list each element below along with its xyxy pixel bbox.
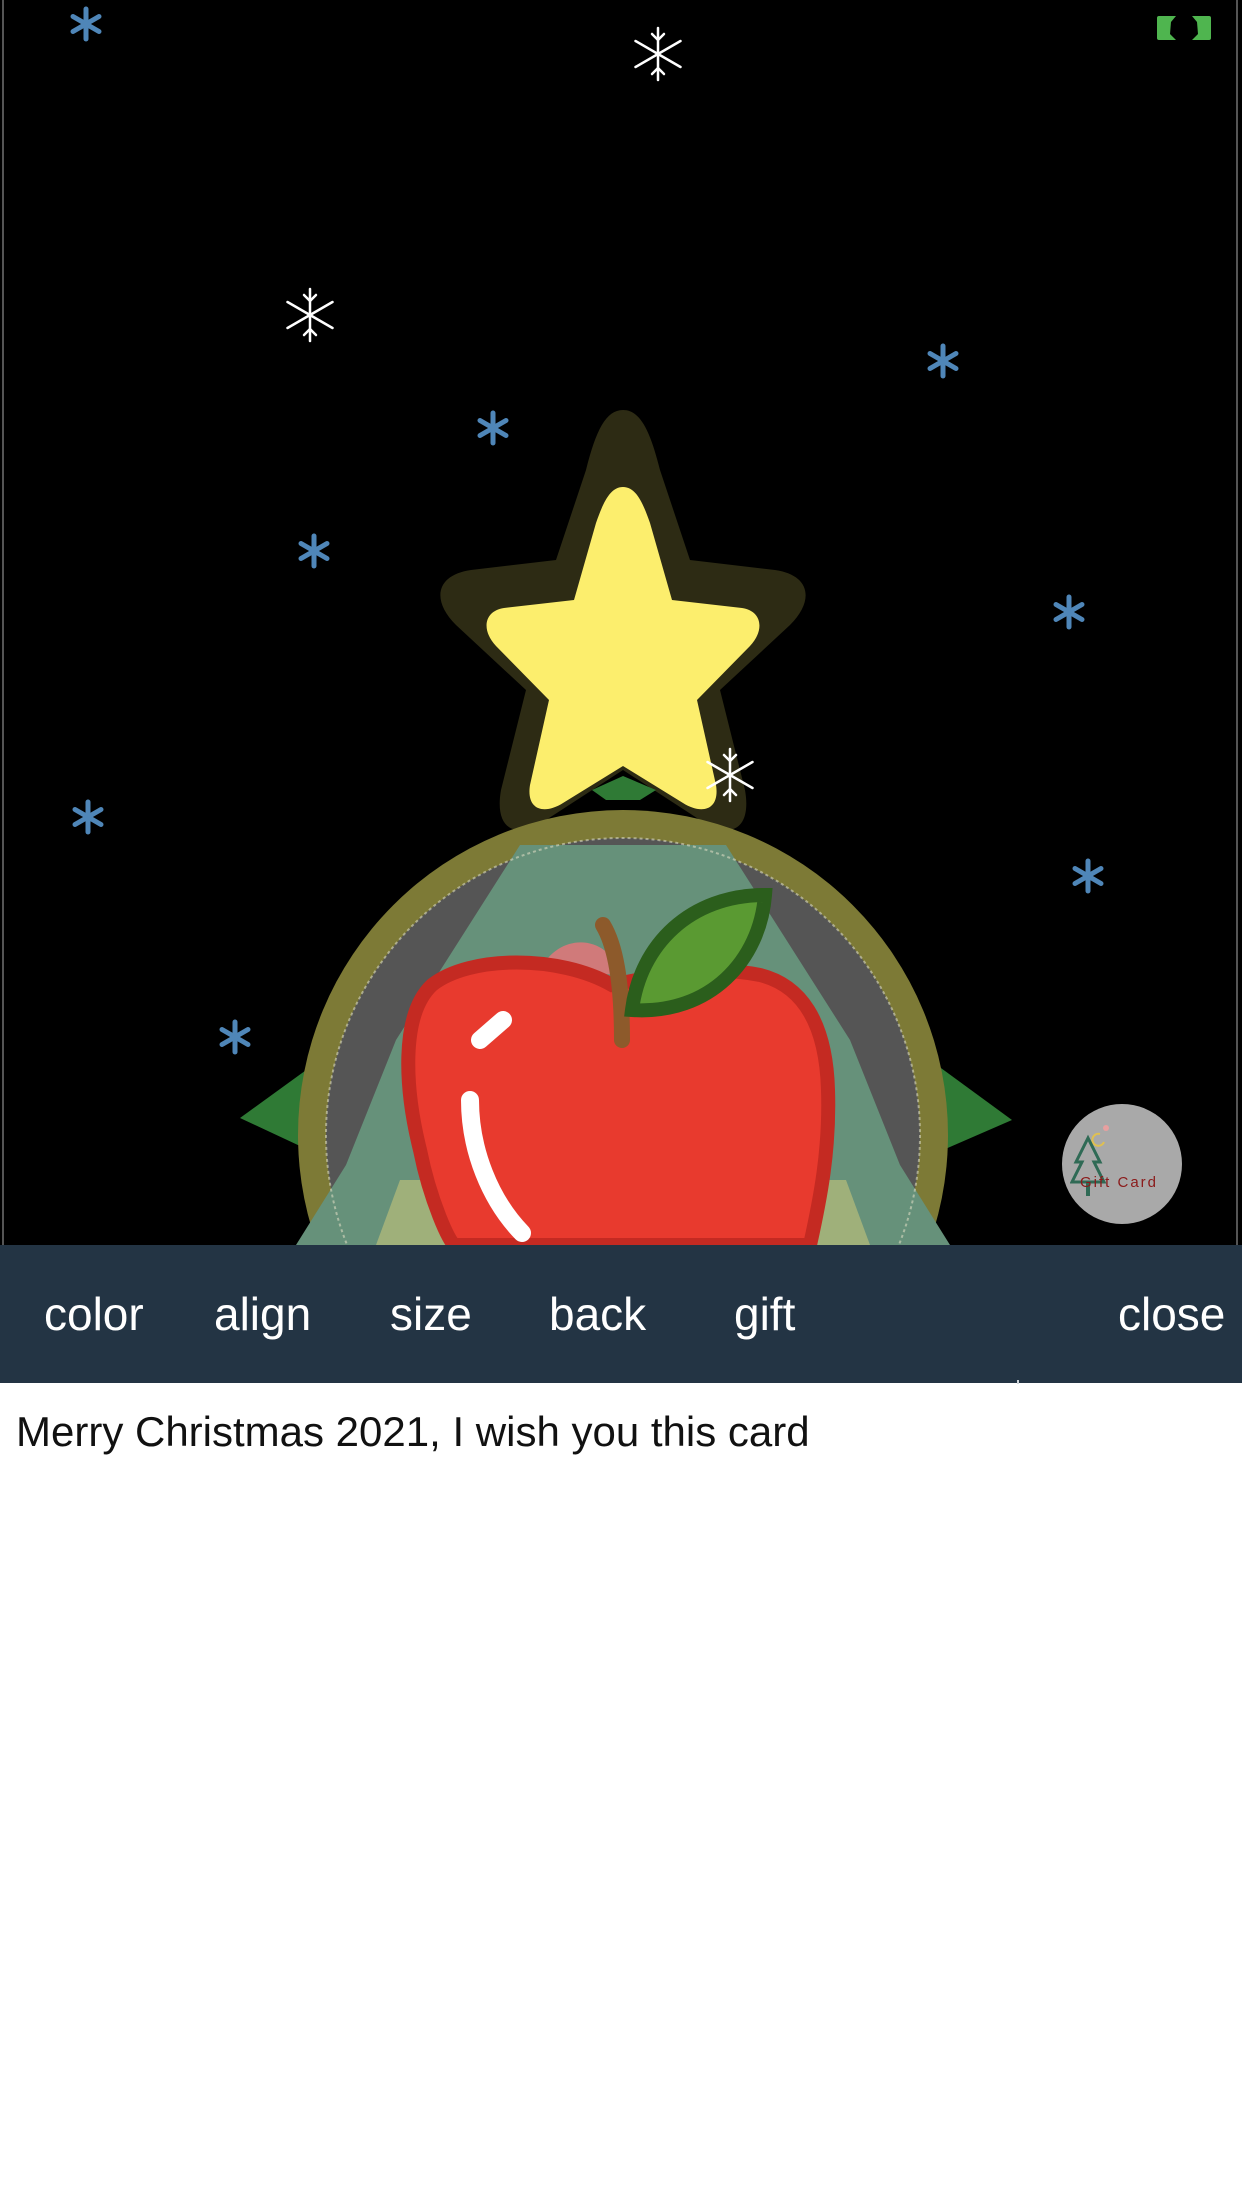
- snowflake-icon: [1072, 858, 1104, 894]
- gift-button[interactable]: gift: [734, 1245, 795, 1383]
- color-button[interactable]: color: [44, 1245, 144, 1383]
- snowflake-icon: [634, 26, 682, 82]
- back-button[interactable]: back: [549, 1245, 646, 1383]
- size-button[interactable]: size: [390, 1245, 472, 1383]
- snowflake-icon: [1053, 594, 1085, 630]
- divider: [1017, 1380, 1019, 1384]
- gift-card-badge[interactable]: Gift Card: [1062, 1104, 1182, 1224]
- gift-card-label: Gift Card: [1080, 1174, 1159, 1191]
- snowflake-icon: [927, 343, 959, 379]
- close-button[interactable]: close: [1118, 1245, 1225, 1383]
- snowflake-icon: [286, 287, 334, 343]
- snowflake-icon: [477, 410, 509, 446]
- fullscreen-icon[interactable]: [1154, 14, 1214, 44]
- card-message[interactable]: Merry Christmas 2021, I wish you this ca…: [16, 1408, 810, 1456]
- snowflake-icon: [298, 533, 330, 569]
- snowflake-icon: [70, 6, 102, 42]
- editor-toolbar: color align size back gift close: [0, 1245, 1242, 1383]
- card-canvas: Gift Card: [0, 0, 1242, 1245]
- snowflake-icon: [706, 747, 754, 803]
- snowflake-icon: [72, 799, 104, 835]
- align-button[interactable]: align: [214, 1245, 311, 1383]
- snowflake-icon: [219, 1019, 251, 1055]
